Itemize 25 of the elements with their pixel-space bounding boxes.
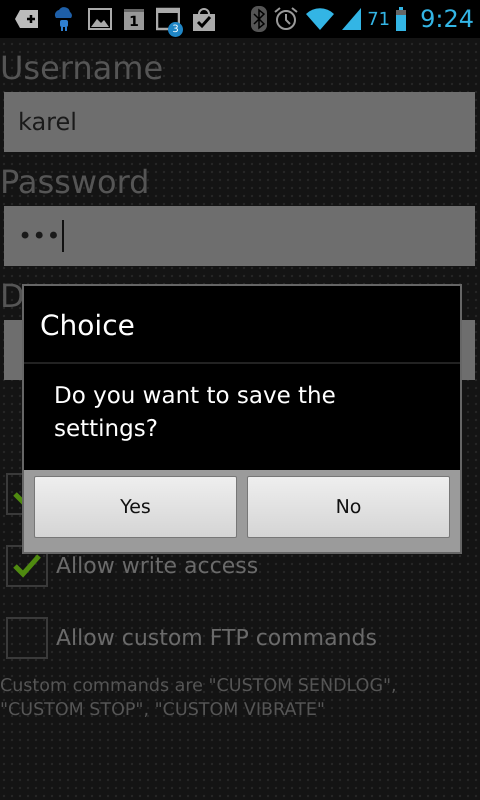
document-root-label: D	[0, 276, 26, 317]
calendar-icon: 1	[124, 8, 144, 30]
dialog-button[interactable]: No	[247, 476, 450, 538]
signal-icon	[341, 7, 362, 31]
checkbox-label: Allow custom FTP commands	[56, 626, 377, 650]
dialog-title: Choice	[24, 286, 460, 364]
bluetooth-icon	[251, 6, 268, 32]
wifi-icon	[305, 7, 336, 31]
username-label: Username	[0, 48, 164, 89]
calendar-icon	[156, 7, 180, 31]
checkbox[interactable]	[6, 617, 48, 659]
battery-level: 71	[367, 8, 390, 30]
checkbox-label: Allow write access	[56, 554, 258, 578]
image-icon	[88, 7, 112, 31]
add-icon	[14, 8, 40, 30]
battery-icon	[396, 7, 406, 31]
shopping-bag-check-icon	[192, 6, 216, 32]
notification-badge: 3	[168, 22, 183, 37]
check-icon	[12, 553, 42, 579]
hint-text: Custom commands are "CUSTOM SENDLOG", "CUSTOM STOP", "CUSTOM VIBRATE"	[0, 675, 398, 722]
clock-time: 9:24	[420, 5, 474, 33]
password-label: Password	[0, 162, 150, 203]
alarm-clock-icon	[273, 6, 300, 32]
dialog-message: Do you want to save the settings?	[53, 382, 337, 444]
dialog-button[interactable]: Yes	[34, 476, 237, 538]
